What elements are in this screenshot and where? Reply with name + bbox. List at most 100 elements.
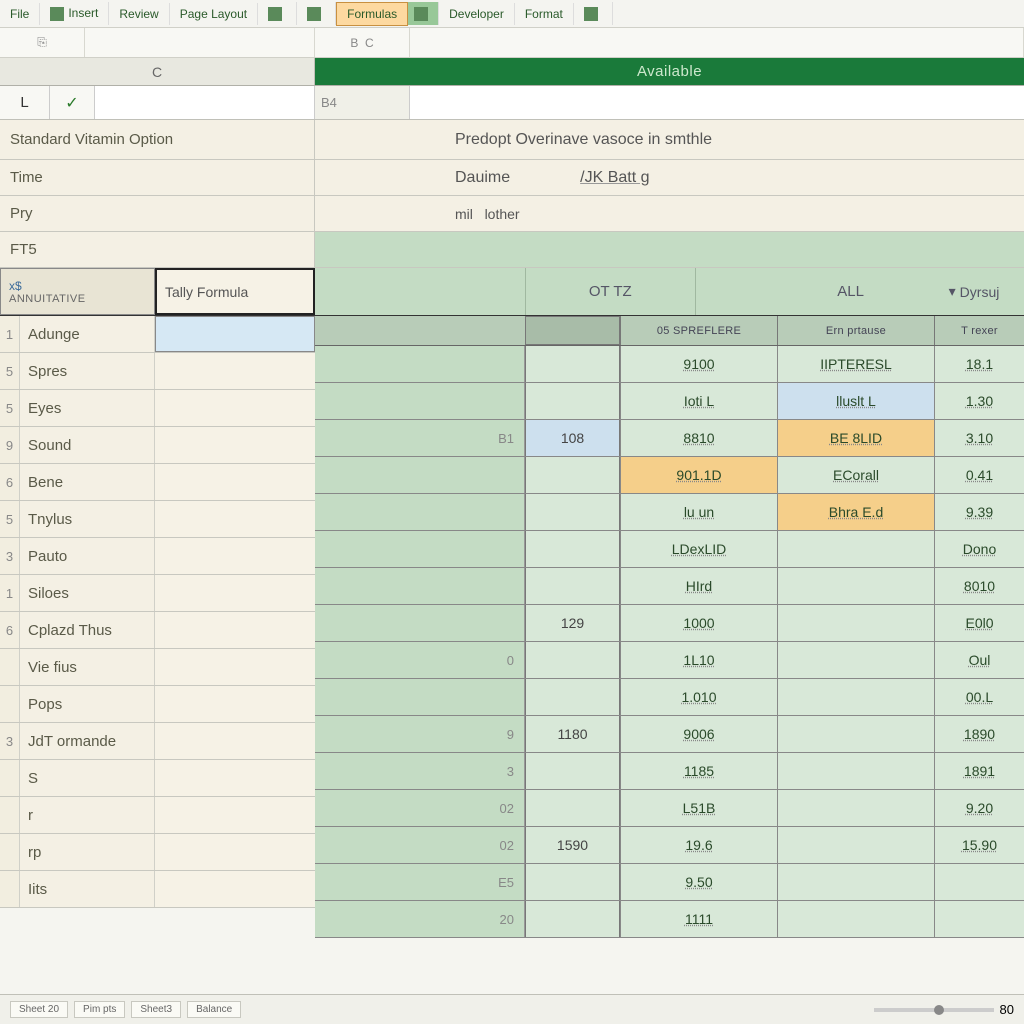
left-data-row[interactable]: r — [0, 797, 315, 834]
cell-c2[interactable]: ECorall — [777, 457, 934, 493]
cell-c3[interactable]: Oul — [934, 642, 1024, 678]
right-data-row[interactable]: 311851891 — [315, 753, 1024, 790]
cell-c2[interactable]: lluslt L — [777, 383, 934, 419]
ribbon-tab-view[interactable]: Formulas — [336, 2, 408, 26]
cell-c2[interactable] — [777, 531, 934, 567]
cell-c3[interactable]: 9.20 — [934, 790, 1024, 826]
cell-c1[interactable]: HIrd — [620, 568, 777, 604]
left-data-row[interactable]: 5Tnylus — [0, 501, 315, 538]
right-data-row[interactable]: 02L51B9.20 — [315, 790, 1024, 827]
row-value-cell[interactable] — [155, 501, 315, 537]
left-data-row[interactable]: 9Sound — [0, 427, 315, 464]
ribbon-tab-review[interactable]: Review — [109, 3, 169, 25]
cell-c3[interactable]: 15.90 — [934, 827, 1024, 863]
cell-c2[interactable] — [777, 679, 934, 715]
tool-slot-1[interactable]: ⎘ — [0, 28, 85, 57]
formula-bar[interactable] — [410, 86, 1024, 119]
tool-slot-4[interactable] — [410, 28, 1024, 57]
cell-c3[interactable]: 00.L — [934, 679, 1024, 715]
row-value-cell[interactable] — [155, 760, 315, 796]
tool-slot-2[interactable] — [85, 28, 315, 57]
right-data-row[interactable]: lu unBhra E.d9.39 — [315, 494, 1024, 531]
group-all[interactable]: ALL — [695, 268, 925, 315]
cell-c0[interactable] — [525, 531, 620, 567]
left-th-tally[interactable]: Tally Formula — [155, 268, 315, 315]
row-value-cell[interactable] — [155, 612, 315, 648]
cell-c1[interactable]: 9006 — [620, 716, 777, 752]
cell-c1[interactable]: 1L10 — [620, 642, 777, 678]
ribbon-tab-developer[interactable]: Developer — [439, 3, 515, 25]
cell-c2[interactable] — [777, 827, 934, 863]
cell-c0[interactable] — [525, 790, 620, 826]
cell-c0[interactable] — [525, 346, 620, 382]
cell-c1[interactable]: 9.50 — [620, 864, 777, 900]
row-value-cell[interactable] — [155, 538, 315, 574]
cell-c2[interactable] — [777, 790, 934, 826]
group-ottz[interactable]: OT TZ — [525, 268, 695, 315]
cell-c1[interactable]: L51B — [620, 790, 777, 826]
cell-c2[interactable] — [777, 605, 934, 641]
ribbon-tab-badge[interactable] — [408, 2, 439, 25]
right-data-row[interactable]: 1.01000.L — [315, 679, 1024, 716]
column-header-c[interactable]: C — [0, 58, 315, 85]
right-data-row[interactable]: B11088810BE 8LID3.10 — [315, 420, 1024, 457]
right-data-row[interactable]: 901.1DECorall0.41 — [315, 457, 1024, 494]
cell-c3[interactable]: Dono — [934, 531, 1024, 567]
row-value-cell[interactable] — [155, 575, 315, 611]
cell-c0[interactable] — [525, 864, 620, 900]
sheet-tab-3[interactable]: Sheet3 — [131, 1001, 181, 1018]
formula-bar-left[interactable] — [95, 86, 315, 119]
right-data-row[interactable]: Ioti Llluslt L1.30 — [315, 383, 1024, 420]
left-data-row[interactable]: S — [0, 760, 315, 797]
left-data-row[interactable]: 5Spres — [0, 353, 315, 390]
rch-col0[interactable] — [525, 316, 620, 345]
cell-c3[interactable] — [934, 901, 1024, 937]
cell-c0[interactable] — [525, 901, 620, 937]
right-data-row[interactable]: 201111 — [315, 901, 1024, 938]
cell-c1[interactable]: 1000 — [620, 605, 777, 641]
ribbon-tab-data[interactable] — [297, 2, 336, 25]
left-data-row[interactable]: 6Bene — [0, 464, 315, 501]
cell-c2[interactable]: BE 8LID — [777, 420, 934, 456]
cell-c3[interactable] — [934, 864, 1024, 900]
cell-c0[interactable] — [525, 753, 620, 789]
cell-c1[interactable]: 9100 — [620, 346, 777, 382]
cell-c2[interactable]: IIPTERESL — [777, 346, 934, 382]
left-data-row[interactable]: 3Pauto — [0, 538, 315, 575]
row-value-cell[interactable] — [155, 464, 315, 500]
cell-c0[interactable] — [525, 642, 620, 678]
right-data-row[interactable]: 01L10Oul — [315, 642, 1024, 679]
row-value-cell[interactable] — [155, 390, 315, 426]
cell-c2[interactable] — [777, 716, 934, 752]
ribbon-tab-insert[interactable]: Insert — [40, 2, 109, 25]
row-value-cell[interactable] — [155, 686, 315, 722]
left-data-row[interactable]: 5Eyes — [0, 390, 315, 427]
cell-c0[interactable]: 108 — [525, 420, 620, 456]
rch-col1[interactable]: 05 SPREFLERE — [620, 316, 777, 345]
cell-c1[interactable]: 1185 — [620, 753, 777, 789]
sheet-tab-2[interactable]: Pim pts — [74, 1001, 125, 1018]
tool-slot-3[interactable]: B C — [315, 28, 410, 57]
left-th-annuitative[interactable]: x$ ANNUITATIVE — [0, 268, 155, 315]
row-value-cell[interactable] — [155, 797, 315, 833]
sheet-tab-1[interactable]: Sheet 20 — [10, 1001, 68, 1018]
left-data-row[interactable]: Vie fius — [0, 649, 315, 686]
right-data-row[interactable]: 9118090061890 — [315, 716, 1024, 753]
cell-c2[interactable] — [777, 864, 934, 900]
cell-c1[interactable]: LDexLID — [620, 531, 777, 567]
row-value-cell[interactable] — [155, 649, 315, 685]
ribbon-tab-format[interactable]: Format — [515, 3, 574, 25]
cell-c1[interactable]: 8810 — [620, 420, 777, 456]
cell-c2[interactable] — [777, 568, 934, 604]
left-data-row[interactable]: 3JdT ormande — [0, 723, 315, 760]
sheet-tab-4[interactable]: Balance — [187, 1001, 241, 1018]
ribbon-tab-pagelayout[interactable]: Page Layout — [170, 3, 258, 25]
cell-c1[interactable]: 1111 — [620, 901, 777, 937]
cell-c0[interactable] — [525, 457, 620, 493]
right-data-row[interactable]: 1291000E0l0 — [315, 605, 1024, 642]
cell-c0[interactable]: 1590 — [525, 827, 620, 863]
right-data-row[interactable]: 9100IIPTERESL18.1 — [315, 346, 1024, 383]
row-value-cell[interactable] — [155, 316, 315, 352]
cell-c1[interactable]: 901.1D — [620, 457, 777, 493]
cell-c0[interactable] — [525, 383, 620, 419]
